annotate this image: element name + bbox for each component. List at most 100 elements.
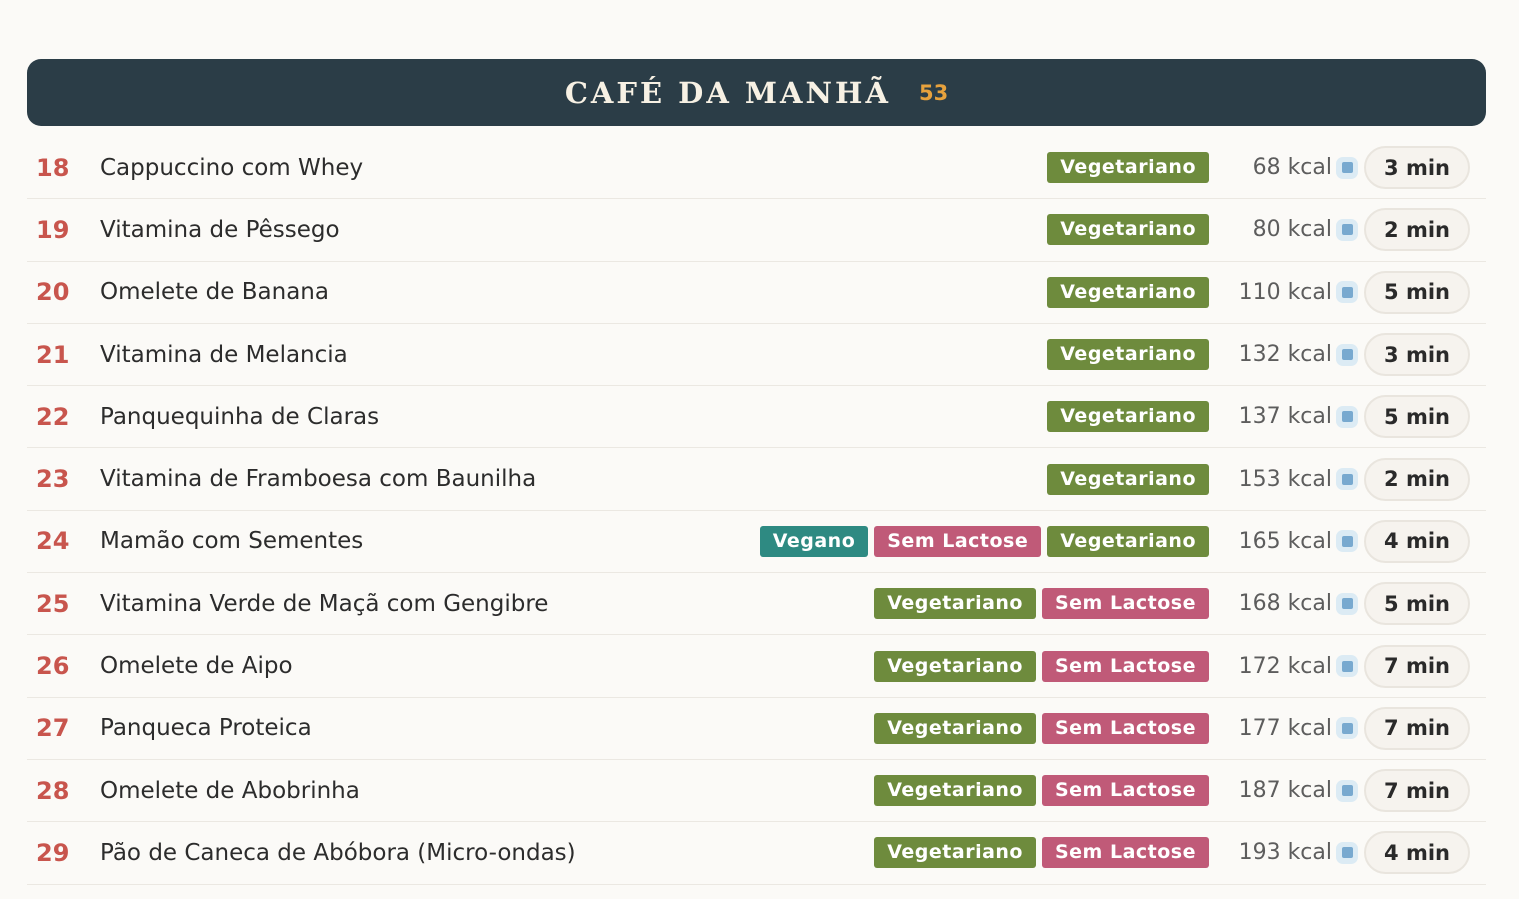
recipe-name[interactable]: Panqueca Proteica [100,715,874,741]
recipe-number: 27 [36,714,70,743]
diet-tag: Sem Lactose [1041,588,1209,620]
recipe-number: 29 [36,838,70,867]
recipe-kcal: 165 kcal [1238,528,1332,554]
recipe-row[interactable]: 22 Panquequinha de Claras Vegetariano 137 k… [27,386,1486,449]
recipe-name[interactable]: Omelete de Aipo [100,653,874,679]
blue-square-icon [1336,779,1358,802]
diet-tag: Vegetariano [874,837,1036,869]
diet-tag: Vegetariano [1047,525,1209,557]
prep-time-pill: 3 min [1364,146,1470,190]
recipe-number: 23 [36,465,70,494]
blue-square-icon-fill [1341,847,1353,859]
blue-square-icon [1336,343,1358,366]
recipe-name[interactable]: Cappuccino com Whey [100,155,1047,181]
blue-square-icon [1336,156,1358,179]
blue-square-icon-fill [1341,785,1353,797]
blue-square-icon [1336,218,1358,241]
recipe-name[interactable]: Vitamina Verde de Maçã com Gengibre [100,591,874,617]
blue-square-icon [1336,405,1358,428]
diet-tag: Sem Lactose [1041,837,1209,869]
recipe-kcal: 137 kcal [1238,404,1332,430]
diet-tag: Sem Lactose [874,525,1042,557]
recipe-row[interactable]: 26 Omelete de Aipo Vegetariano Sem Lactose 1… [27,635,1486,698]
blue-square-icon-fill [1341,162,1353,174]
recipe-kcal: 193 kcal [1238,840,1332,866]
blue-square-icon-fill [1341,535,1353,547]
recipe-kcal: 172 kcal [1238,653,1332,679]
recipe-name[interactable]: Vitamina de Framboesa com Baunilha [100,466,1047,492]
prep-time-pill: 7 min [1364,644,1470,688]
recipe-name[interactable]: Omelete de Abobrinha [100,778,874,804]
recipe-kcal: 110 kcal [1238,279,1332,305]
recipe-name[interactable]: Vitamina de Pêssego [100,217,1047,243]
diet-tag: Vegetariano [874,775,1036,807]
recipe-name[interactable]: Panquequinha de Claras [100,404,1047,430]
prep-time-pill: 2 min [1364,457,1470,501]
recipe-tags: Vegetariano [1047,401,1209,433]
recipe-row[interactable]: 27 Panqueca Proteica Vegetariano Sem Lactos… [27,698,1486,760]
blue-square-icon [1336,281,1358,304]
recipe-kcal: 68 kcal [1252,155,1332,181]
blue-square-icon [1336,717,1358,740]
recipe-tags: Vegetariano [1047,152,1209,184]
blue-square-icon-fill [1341,598,1353,610]
recipe-row[interactable]: 25 Vitamina Verde de Maçã com Gengibre Veg… [27,573,1486,636]
recipe-row[interactable]: 23 Vitamina de Framboesa com Baunilha Vege… [27,448,1486,511]
recipe-tags: Vegetariano [1047,463,1209,495]
diet-tag: Vegetariano [874,712,1036,744]
diet-tag: Sem Lactose [1041,775,1209,807]
recipe-tags: Vegetariano Sem Lactose [874,775,1209,807]
prep-time-pill: 5 min [1364,582,1470,626]
diet-tag: Vegetariano [1047,214,1209,246]
recipe-name[interactable]: Pão de Caneca de Abóbora (Micro-ondas) [100,840,874,866]
recipe-row[interactable]: 19 Vitamina de Pêssego Vegetariano 80 kcal 2… [27,199,1486,262]
section-title: CAFÉ DA MANHÃ [564,75,891,110]
recipe-kcal: 132 kcal [1238,342,1332,368]
recipe-name[interactable]: Omelete de Banana [100,279,1047,305]
recipe-row[interactable]: 18 Cappuccino com Whey Vegetariano 68 kcal 3… [27,137,1486,200]
diet-tag: Vegetariano [874,650,1036,682]
blue-square-icon-fill [1341,286,1353,298]
recipe-tags: Vegano Sem Lactose Vegetariano [759,525,1209,557]
recipe-row[interactable]: 21 Vitamina de Melancia Vegetariano 132 kca… [27,324,1486,387]
prep-time-pill: 2 min [1364,208,1470,252]
recipe-tags: Vegetariano Sem Lactose [874,712,1209,744]
prep-time-pill: 4 min [1364,519,1470,563]
recipe-tags: Vegetariano Sem Lactose [874,837,1209,869]
prep-time-pill: 5 min [1364,395,1470,439]
recipe-number: 19 [36,215,70,244]
blue-square-icon [1336,841,1358,864]
diet-tag: Sem Lactose [1041,712,1209,744]
blue-square-icon-fill [1341,722,1353,734]
blue-square-icon-fill [1341,411,1353,423]
recipe-name[interactable]: Mamão com Sementes [100,528,760,554]
blue-square-icon-fill [1341,660,1353,672]
prep-time-pill: 5 min [1364,270,1470,314]
blue-square-icon [1336,468,1358,491]
blue-square-icon-fill [1341,349,1353,361]
recipe-number: 18 [36,153,70,182]
recipe-row[interactable]: 24 Mamão com Sementes Vegano Sem Lactose Veg… [27,511,1486,574]
recipe-number: 20 [36,278,70,307]
recipe-number: 21 [36,340,70,369]
prep-time-pill: 4 min [1364,831,1470,875]
prep-time-pill: 7 min [1364,706,1470,750]
recipe-kcal: 80 kcal [1252,217,1332,243]
diet-tag: Vegetariano [1047,152,1209,184]
recipe-kcal: 153 kcal [1238,466,1332,492]
recipe-name[interactable]: Vitamina de Melancia [100,342,1047,368]
blue-square-icon-fill [1341,473,1353,485]
recipe-tags: Vegetariano Sem Lactose [874,588,1209,620]
recipe-row[interactable]: 20 Omelete de Banana Vegetariano 110 kcal 5 … [27,262,1486,324]
breakfast-section: CAFÉ DA MANHÃ 53 18 Cappuccino com Whey Ve… [27,59,1486,885]
recipe-row[interactable]: 29 Pão de Caneca de Abóbora (Micro-ondas)… [27,822,1486,885]
recipe-tags: Vegetariano [1047,276,1209,308]
recipe-row[interactable]: 28 Omelete de Abobrinha Vegetariano Sem Lac… [27,760,1486,823]
blue-square-icon [1336,592,1358,615]
recipe-number: 25 [36,589,70,618]
recipe-number: 24 [36,527,70,556]
diet-tag: Vegetariano [1047,339,1209,371]
recipe-tags: Vegetariano [1047,214,1209,246]
section-header[interactable]: CAFÉ DA MANHÃ 53 [27,59,1486,126]
section-count: 53 [918,80,949,105]
